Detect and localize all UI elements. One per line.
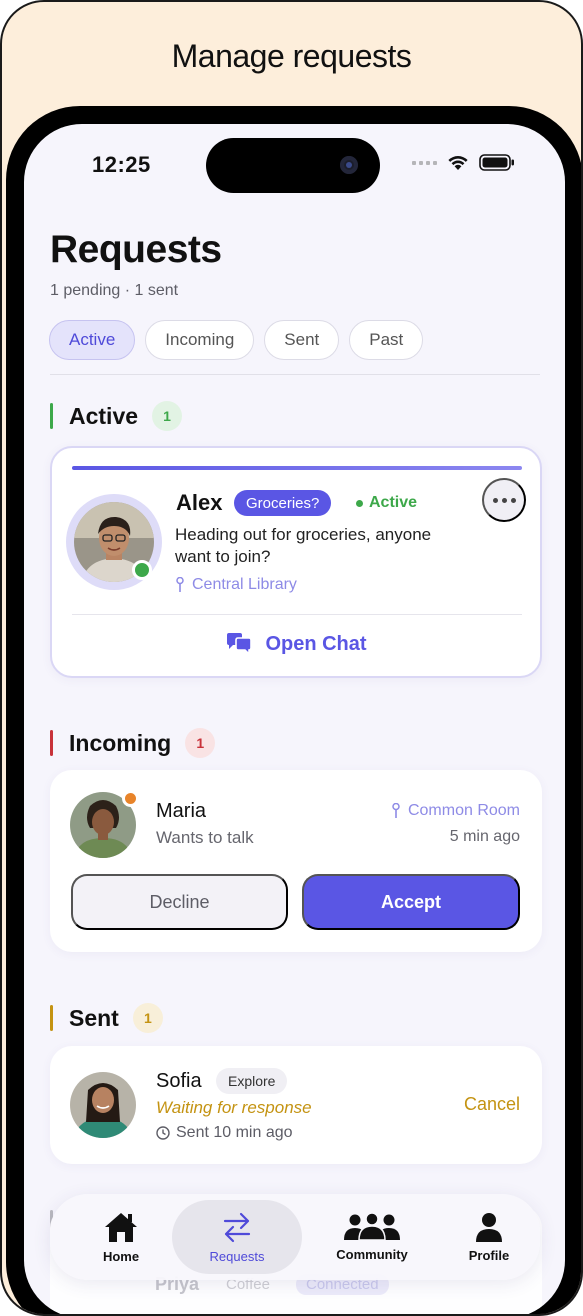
location-pin-icon xyxy=(392,803,400,818)
status-label: Active xyxy=(369,494,418,511)
online-indicator xyxy=(132,560,152,580)
recipient-name: Sofia xyxy=(156,1070,202,1092)
tab-sent[interactable]: Sent xyxy=(264,320,340,360)
activity-tag: Groceries? xyxy=(234,490,332,516)
home-icon xyxy=(105,1212,137,1242)
section-accent-bar xyxy=(50,730,53,756)
status-dot xyxy=(356,499,363,507)
page-subtitle: 1 pending · 1 sent xyxy=(50,282,179,299)
status-time: 12:25 xyxy=(92,152,151,177)
requester-name: Maria xyxy=(156,800,207,822)
location-label: Central Library xyxy=(192,576,297,593)
status-badge: Active xyxy=(356,494,417,512)
count-badge: 1 xyxy=(185,728,216,758)
battery-icon xyxy=(479,154,514,171)
count-badge: 1 xyxy=(152,401,183,431)
more-icon xyxy=(492,497,498,503)
clock-icon xyxy=(156,1126,170,1140)
accept-button[interactable]: Accept xyxy=(302,874,520,930)
sent-time: Sent 10 min ago xyxy=(156,1124,293,1142)
tab-bar-profile[interactable]: Profile xyxy=(434,1200,544,1274)
divider xyxy=(50,374,540,375)
cancel-button[interactable]: Cancel xyxy=(464,1094,520,1115)
tab-bar: Home Requests Community Profile xyxy=(50,1194,540,1280)
incoming-request-card: Maria Wants to talk Common Room 5 min ag… xyxy=(50,770,542,952)
tab-incoming[interactable]: Incoming xyxy=(145,320,255,360)
activity-tag: Explore xyxy=(216,1068,288,1094)
filter-tabs: Active Incoming Sent Past xyxy=(49,320,424,360)
requester-name: Alex xyxy=(176,490,223,515)
progress-bar xyxy=(72,466,522,470)
tab-past[interactable]: Past xyxy=(349,320,424,360)
away-indicator xyxy=(122,790,139,807)
card-divider xyxy=(72,614,522,615)
swap-arrows-icon xyxy=(223,1212,251,1242)
cellular-signal-icon xyxy=(412,160,437,165)
count-badge: 1 xyxy=(132,1003,163,1033)
section-title: Active xyxy=(69,402,139,429)
section-title: Incoming xyxy=(69,729,172,756)
avatar[interactable] xyxy=(70,1072,136,1138)
person-icon xyxy=(476,1212,502,1242)
camera-icon xyxy=(340,156,358,174)
tab-bar-home[interactable]: Home xyxy=(68,1200,174,1274)
section-header-incoming: Incoming 1 xyxy=(50,728,216,758)
people-icon xyxy=(344,1212,400,1241)
request-time: 5 min ago xyxy=(449,828,520,845)
location: Central Library xyxy=(176,576,297,594)
open-chat-button[interactable]: Open Chat xyxy=(52,632,540,656)
wifi-icon xyxy=(448,156,468,170)
open-chat-label: Open Chat xyxy=(265,632,367,655)
status-indicators xyxy=(412,154,515,171)
avatar-photo xyxy=(70,1072,136,1138)
tab-bar-requests[interactable]: Requests xyxy=(172,1200,302,1274)
tab-bar-community[interactable]: Community xyxy=(312,1200,432,1274)
sent-request-card: Sofia Explore Waiting for response Sent … xyxy=(50,1046,542,1164)
section-accent-bar xyxy=(50,403,53,429)
page-title: Requests xyxy=(50,228,222,271)
request-status: Waiting for response xyxy=(156,1098,312,1117)
location-pin-icon xyxy=(176,577,184,592)
device-frame: Manage requests 12:25 Requests 1 pending… xyxy=(0,0,583,1316)
location: Common Room xyxy=(392,802,520,820)
tab-bar-label: Requests xyxy=(209,1248,265,1264)
frame-title: Manage requests xyxy=(171,38,412,74)
tab-active[interactable]: Active xyxy=(49,320,136,360)
request-subtitle: Wants to talk xyxy=(156,828,254,847)
tab-bar-label: Profile xyxy=(468,1247,510,1263)
tab-bar-label: Home xyxy=(102,1248,140,1264)
chat-bubbles-icon xyxy=(227,633,253,656)
active-request-card: Alex Groceries? Active Heading out for g… xyxy=(50,446,542,678)
request-message: Heading out for groceries, anyone want t… xyxy=(175,525,432,566)
dynamic-island xyxy=(206,138,380,193)
decline-button[interactable]: Decline xyxy=(71,874,288,930)
location-label: Common Room xyxy=(407,802,520,819)
tab-bar-label: Community xyxy=(336,1246,408,1262)
section-accent-bar xyxy=(50,1005,53,1031)
phone-body: 12:25 Requests 1 pending · 1 sent Active xyxy=(6,106,581,1314)
sent-time-label: Sent 10 min ago xyxy=(176,1124,293,1141)
section-title: Sent xyxy=(69,1004,119,1031)
more-options-button[interactable] xyxy=(482,478,526,522)
section-header-active: Active 1 xyxy=(50,401,183,431)
section-header-sent: Sent 1 xyxy=(50,1003,163,1033)
phone-screen: 12:25 Requests 1 pending · 1 sent Active xyxy=(24,124,565,1314)
